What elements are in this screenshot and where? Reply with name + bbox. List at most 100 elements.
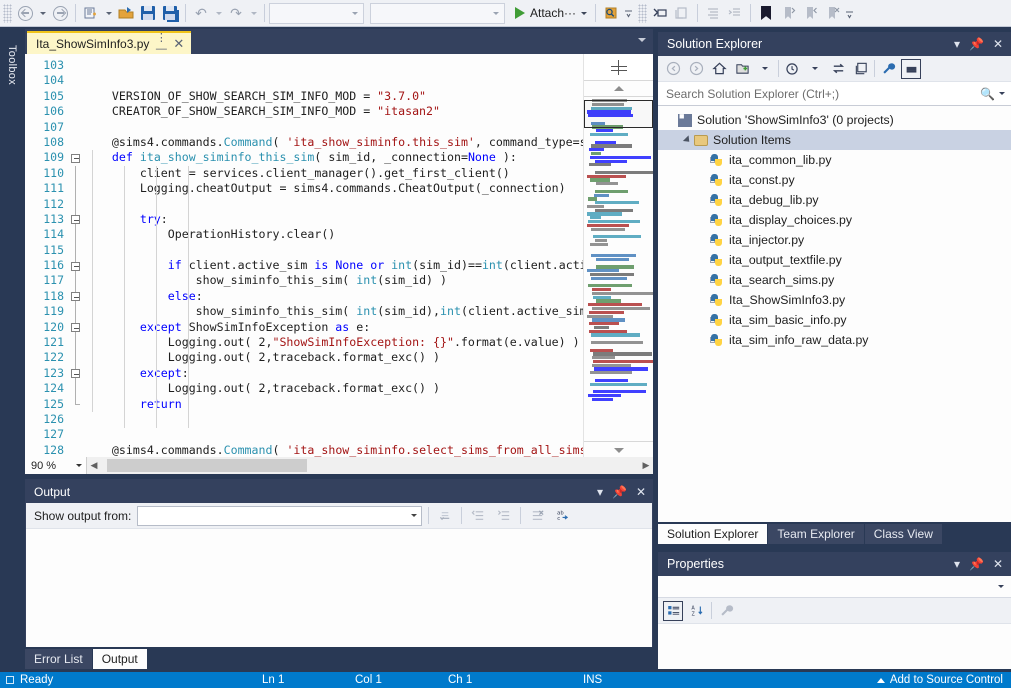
home-icon[interactable]: [709, 59, 729, 79]
tab-output[interactable]: Output: [92, 649, 147, 669]
scroll-right-arrow-icon[interactable]: ▶: [639, 460, 653, 471]
outlining-row[interactable]: [68, 104, 84, 119]
forward-icon[interactable]: [686, 59, 706, 79]
toolbar-grip[interactable]: [3, 3, 12, 23]
pin-icon[interactable]: 📌: [969, 38, 984, 50]
outlining-row[interactable]: [68, 211, 84, 228]
preview-selected-items-icon[interactable]: [901, 58, 921, 79]
outlining-row[interactable]: [68, 319, 84, 336]
code-editor[interactable]: 103 104 105 106 107 108 109 110 111 112 113 114 115 1…: [25, 54, 653, 457]
outlining-row[interactable]: [68, 335, 84, 351]
tree-item[interactable]: ita_debug_lib.py: [658, 190, 1011, 210]
collapse-region-icon[interactable]: [71, 292, 80, 302]
tree-item[interactable]: ita_common_lib.py: [658, 150, 1011, 170]
search-solution-explorer-input[interactable]: Search Solution Explorer (Ctrl+;) 🔍: [658, 82, 1011, 106]
solution-config-combo[interactable]: [269, 2, 364, 24]
close-icon[interactable]: ✕: [993, 38, 1003, 50]
toolbar-grip-2[interactable]: [638, 3, 648, 23]
toggle-word-wrap-icon[interactable]: ab c: [553, 506, 573, 526]
outlining-row[interactable]: [68, 365, 84, 382]
outlining-row[interactable]: [68, 135, 84, 150]
tab-class-view[interactable]: Class View: [864, 524, 942, 544]
redo-dropdown-icon[interactable]: [247, 2, 260, 24]
outlining-row[interactable]: [68, 227, 84, 243]
toolbar-overflow-icon[interactable]: [843, 2, 856, 24]
go-to-next-message-icon[interactable]: [494, 506, 514, 526]
code-text-area[interactable]: VERSION_OF_SHOW_SEARCH_SIM_INFO_MOD = "3…: [84, 54, 653, 457]
open-file-icon[interactable]: [115, 2, 137, 24]
save-all-icon[interactable]: [159, 2, 181, 24]
outlining-row[interactable]: [68, 181, 84, 197]
toggle-bookmark-icon[interactable]: [755, 2, 777, 24]
find-overflow-icon[interactable]: [622, 2, 635, 24]
outlining-margin[interactable]: [68, 54, 84, 457]
outlining-row[interactable]: [68, 350, 84, 366]
find-icon[interactable]: [600, 2, 622, 24]
code-minimap[interactable]: [583, 54, 653, 457]
sync-with-active-document-icon[interactable]: [828, 59, 848, 79]
outlining-row[interactable]: [68, 58, 84, 73]
outlining-row[interactable]: [68, 304, 84, 320]
tree-item[interactable]: ita_sim_basic_info.py: [658, 310, 1011, 330]
outlining-row[interactable]: [68, 196, 84, 212]
outlining-row[interactable]: [68, 412, 84, 427]
go-to-previous-message-icon[interactable]: [468, 506, 488, 526]
new-project-dropdown-icon[interactable]: [102, 2, 115, 24]
pin-icon[interactable]: 📌: [969, 558, 984, 570]
comment-icon[interactable]: [649, 2, 671, 24]
tree-item[interactable]: Solution Items: [658, 130, 1011, 150]
collapse-region-icon[interactable]: [71, 369, 80, 379]
collapse-region-icon[interactable]: [71, 153, 80, 163]
redo-icon[interactable]: ↷: [225, 2, 247, 24]
search-icon[interactable]: 🔍: [980, 87, 995, 101]
editor-tab-ita-showsiminfo3[interactable]: Ita_ShowSimInfo3.py ⋮— ✕: [27, 31, 192, 54]
collapse-all-icon[interactable]: [851, 59, 871, 79]
chevron-down-icon[interactable]: [755, 59, 775, 79]
pin-icon[interactable]: 📌: [612, 486, 627, 498]
collapse-region-icon[interactable]: [71, 215, 80, 225]
categorized-icon[interactable]: [663, 600, 683, 621]
outlining-row[interactable]: [68, 443, 84, 457]
tab-solution-explorer[interactable]: Solution Explorer: [658, 524, 768, 544]
tree-item[interactable]: ita_display_choices.py: [658, 210, 1011, 230]
properties-object-select[interactable]: [658, 576, 1011, 598]
attach-button[interactable]: Attach···: [511, 2, 591, 24]
find-message-icon[interactable]: [435, 506, 455, 526]
scroll-up-arrow-icon[interactable]: [584, 81, 653, 97]
new-folder-icon[interactable]: [732, 59, 752, 79]
tree-item[interactable]: ita_injector.py: [658, 230, 1011, 250]
outlining-row[interactable]: [68, 120, 84, 135]
prev-bookmark-icon[interactable]: [799, 2, 821, 24]
outlining-row[interactable]: [68, 258, 84, 274]
add-to-source-control-button[interactable]: Add to Source Control: [876, 674, 1003, 686]
zoom-level-combo[interactable]: 90 %: [25, 457, 87, 474]
collapse-region-icon[interactable]: [71, 323, 80, 333]
tree-item[interactable]: Solution 'ShowSimInfo3' (0 projects): [658, 110, 1011, 130]
property-pages-icon[interactable]: [716, 601, 736, 621]
scroll-down-arrow-icon[interactable]: [584, 441, 653, 457]
hscroll-track[interactable]: [101, 457, 639, 474]
outlining-row[interactable]: [68, 150, 84, 165]
clear-all-icon[interactable]: [527, 506, 547, 526]
tab-team-explorer[interactable]: Team Explorer: [768, 524, 864, 544]
outlining-row[interactable]: [68, 427, 84, 442]
tab-overflow-icon[interactable]: [638, 38, 646, 42]
navigate-back-dropdown-icon[interactable]: [36, 2, 49, 24]
close-icon[interactable]: ✕: [636, 486, 646, 498]
tree-item[interactable]: ita_const.py: [658, 170, 1011, 190]
chevron-down-icon[interactable]: ▾: [597, 486, 603, 498]
uncomment-icon[interactable]: [671, 2, 693, 24]
next-bookmark-icon[interactable]: [777, 2, 799, 24]
solution-tree[interactable]: Solution 'ShowSimInfo3' (0 projects) Solu…: [658, 106, 1011, 502]
tree-item[interactable]: Ita_ShowSimInfo3.py: [658, 290, 1011, 310]
pending-changes-icon[interactable]: [782, 59, 802, 79]
sidebar-item-toolbox[interactable]: Toolbox: [0, 30, 24, 100]
undo-icon[interactable]: ↶: [190, 2, 212, 24]
undo-dropdown-icon[interactable]: [212, 2, 225, 24]
outlining-row[interactable]: [68, 273, 84, 289]
split-view-handle[interactable]: [584, 54, 653, 81]
outlining-row[interactable]: [68, 381, 84, 397]
tab-error-list[interactable]: Error List: [25, 649, 92, 669]
outlining-row[interactable]: [68, 89, 84, 104]
outlining-row[interactable]: [68, 242, 84, 259]
